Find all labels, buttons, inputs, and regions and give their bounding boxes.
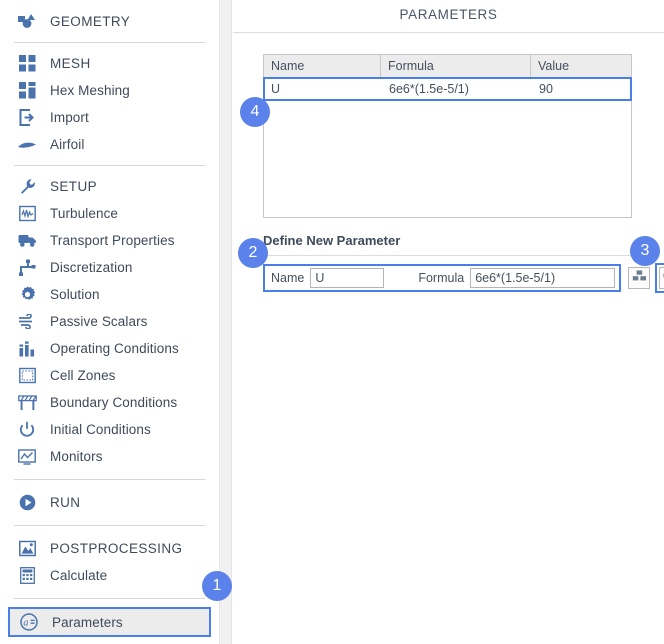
sidebar-item-mesh[interactable]: MESH [0, 50, 219, 77]
table-header-value: Value [538, 59, 570, 73]
stacked-blocks-button[interactable] [628, 267, 651, 289]
sidebar-item-label: Passive Scalars [50, 314, 148, 329]
sidebar-item-label: RUN [50, 495, 81, 510]
sidebar-item-label: Discretization [50, 260, 133, 275]
sidebar-navigation: GEOMETRY MESH Hex Meshing Import Airfoil… [0, 0, 219, 644]
sidebar-item-label: Airfoil [50, 137, 85, 152]
parameters-panel: PARAMETERS Name Formula Value U 6e6*(1.5… [233, 0, 664, 644]
sidebar-divider [14, 598, 205, 599]
sidebar-item-label: Transport Properties [50, 233, 175, 248]
sidebar-item-postprocessing[interactable]: POSTPROCESSING [0, 535, 219, 562]
sidebar-item-label: Initial Conditions [50, 422, 151, 437]
define-new-parameter-row: Name Formula [263, 263, 664, 293]
sidebar-item-initial-conditions[interactable]: Initial Conditions [0, 416, 219, 443]
table-row[interactable]: U 6e6*(1.5e-5/1) 90 [263, 77, 632, 101]
sidebar-item-label: POSTPROCESSING [50, 541, 183, 556]
sidebar-item-label: Solution [50, 287, 100, 302]
sidebar-divider [14, 42, 205, 43]
add-parameter-button-highlight [655, 263, 664, 293]
svg-text:a: a [23, 618, 28, 629]
image-icon [14, 538, 40, 560]
truck-icon [14, 230, 40, 252]
sidebar-item-label: Monitors [50, 449, 103, 464]
sidebar-item-monitors[interactable]: Monitors [0, 443, 219, 470]
table-header-name: Name [264, 55, 381, 77]
sidebar-item-passive-scalars[interactable]: Passive Scalars [0, 308, 219, 335]
sidebar-item-turbulence[interactable]: Turbulence [0, 200, 219, 227]
at-equals-icon: a [16, 611, 42, 633]
table-header-row: Name Formula Value [264, 55, 631, 78]
sidebar-item-setup[interactable]: SETUP [0, 173, 219, 200]
sidebar-item-label: Hex Meshing [50, 83, 130, 98]
sidebar-item-solution[interactable]: Solution [0, 281, 219, 308]
sidebar-item-operating-conditions[interactable]: Operating Conditions [0, 335, 219, 362]
define-section-divider [263, 255, 632, 256]
sidebar-item-boundary-conditions[interactable]: Boundary Conditions [0, 389, 219, 416]
mesh-grid-icon [14, 53, 40, 75]
sidebar-item-discretization[interactable]: Discretization [0, 254, 219, 281]
sidebar-divider [14, 479, 205, 480]
cell-name: U [271, 82, 281, 96]
import-icon [14, 107, 40, 129]
sidebar-item-airfoil[interactable]: Airfoil [0, 131, 219, 158]
sidebar-item-label: Import [50, 110, 89, 125]
sidebar-item-label: Cell Zones [50, 368, 116, 383]
title-divider [233, 32, 664, 33]
sidebar-item-label: MESH [50, 56, 91, 71]
sidebar-item-label: Calculate [50, 568, 108, 583]
stacked-blocks-icon [632, 269, 647, 287]
sidebar-item-transport-properties[interactable]: Transport Properties [0, 227, 219, 254]
play-icon [14, 492, 40, 514]
define-new-parameter-fields: Name Formula [263, 264, 622, 292]
cell-formula: 6e6*(1.5e-5/1) [389, 82, 469, 96]
define-new-parameter-heading: Define New Parameter [263, 233, 401, 248]
parameters-table[interactable]: Name Formula Value U 6e6*(1.5e-5/1) 90 [263, 54, 632, 218]
power-icon [14, 419, 40, 441]
name-input[interactable] [310, 268, 385, 288]
cell-value: 90 [539, 82, 553, 96]
hex-meshing-icon [14, 80, 40, 102]
sidebar-item-geometry[interactable]: GEOMETRY [0, 8, 219, 35]
sidebar-item-cell-zones[interactable]: Cell Zones [0, 362, 219, 389]
add-parameter-button[interactable] [659, 267, 664, 289]
wrench-icon [14, 176, 40, 198]
wind-icon [14, 311, 40, 333]
name-field-label: Name [271, 271, 305, 285]
geometry-icon [14, 11, 40, 33]
cell-zones-icon [14, 365, 40, 387]
callout-badge-4: 4 [240, 97, 270, 127]
sidebar-divider [14, 525, 205, 526]
sidebar-item-calculate[interactable]: Calculate [0, 562, 219, 589]
sidebar-item-label: Boundary Conditions [50, 395, 178, 410]
airfoil-icon [14, 134, 40, 156]
table-header-formula: Formula [381, 55, 531, 77]
sidebar-item-parameters[interactable]: a Parameters [8, 607, 211, 637]
sidebar-item-label: SETUP [50, 179, 98, 194]
gear-icon [14, 284, 40, 306]
sidebar-item-label: Turbulence [50, 206, 119, 221]
bar-chart-icon [14, 338, 40, 360]
discretization-icon [14, 257, 40, 279]
barrier-icon [14, 392, 40, 414]
callout-badge-1: 1 [202, 571, 232, 601]
sidebar-item-import[interactable]: Import [0, 104, 219, 131]
callout-badge-3: 3 [630, 236, 660, 266]
formula-field-label: Formula [418, 271, 465, 285]
formula-input[interactable] [470, 268, 616, 288]
sidebar-scrollbar[interactable] [219, 0, 232, 644]
sidebar-item-label: GEOMETRY [50, 14, 131, 29]
page-title: PARAMETERS [399, 7, 498, 22]
sidebar-divider [14, 165, 205, 166]
monitor-chart-icon [14, 446, 40, 468]
callout-badge-2: 2 [238, 238, 268, 268]
calculator-icon [14, 565, 40, 587]
turbulence-icon [14, 203, 40, 225]
sidebar-item-label: Parameters [52, 614, 123, 630]
sidebar-item-run[interactable]: RUN [0, 489, 219, 516]
sidebar-item-hex-meshing[interactable]: Hex Meshing [0, 77, 219, 104]
sidebar-item-label: Operating Conditions [50, 341, 179, 356]
